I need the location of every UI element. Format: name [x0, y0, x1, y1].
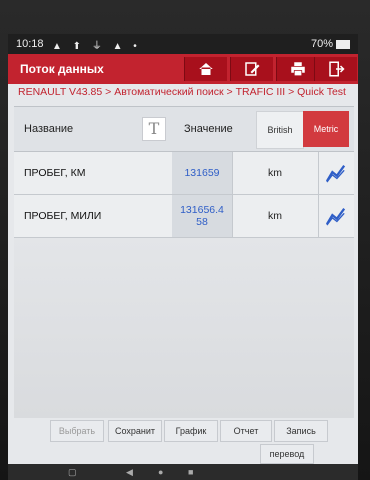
app-header: Поток данных: [8, 54, 358, 84]
graph-icon: [325, 165, 346, 183]
battery-icon: [336, 39, 350, 49]
column-header: Название T Значение British Metric: [14, 106, 354, 152]
battery-indicator: 70%: [311, 38, 350, 50]
page-title: Поток данных: [20, 62, 104, 76]
nav-recent-icon[interactable]: ■: [188, 467, 193, 477]
status-bar: 10:18 ▲ ⬆ ⏚ ▲ • 70%: [8, 34, 358, 54]
nav-back-icon[interactable]: ◀: [126, 467, 133, 478]
graph-icon: [325, 208, 346, 226]
exit-icon: [329, 61, 345, 77]
row-unit: km: [232, 195, 319, 237]
system-nav-bar: ▢ ◀ ● ■: [8, 464, 358, 480]
home-button[interactable]: [184, 57, 227, 81]
report-button[interactable]: Отчет: [220, 420, 272, 442]
edit-icon: [245, 62, 260, 76]
row-graph-button[interactable]: [318, 152, 354, 194]
graph-button[interactable]: График: [164, 420, 218, 442]
record-button[interactable]: Запись: [274, 420, 328, 442]
nav-menu-icon[interactable]: ▢: [68, 467, 77, 478]
print-button[interactable]: [276, 57, 319, 81]
metric-units-button[interactable]: Metric: [303, 111, 349, 147]
home-icon: [199, 63, 213, 75]
row-name: ПРОБЕГ, КМ: [14, 152, 183, 194]
row-name: ПРОБЕГ, МИЛИ: [14, 195, 183, 237]
table-row[interactable]: ПРОБЕГ, КМ 131659 km: [14, 152, 354, 195]
row-value: 131659: [172, 152, 233, 194]
save-button[interactable]: Сохранит: [108, 420, 162, 442]
empty-list-area: [14, 238, 354, 418]
table-row[interactable]: ПРОБЕГ, МИЛИ 131656.4 58 km: [14, 195, 354, 238]
breadcrumb: RENAULT V43.85 > Автоматический поиск > …: [18, 86, 346, 98]
british-units-button[interactable]: British: [256, 111, 304, 149]
printer-icon: [291, 62, 305, 77]
footer-toolbar: Выбрать Сохранит График Отчет Запись: [14, 420, 354, 442]
nav-home-icon[interactable]: ●: [158, 467, 163, 477]
row-value: 131656.4 58: [172, 195, 233, 237]
translate-button[interactable]: перевод: [260, 444, 314, 464]
text-icon[interactable]: T: [142, 117, 166, 141]
name-column-header: Название: [24, 123, 74, 135]
data-table: ПРОБЕГ, КМ 131659 km ПРОБЕГ, МИЛИ 131656…: [14, 152, 354, 238]
row-graph-button[interactable]: [318, 195, 354, 237]
exit-button[interactable]: [314, 57, 357, 81]
row-unit: km: [232, 152, 319, 194]
battery-percent: 70%: [310, 38, 333, 50]
edit-report-button[interactable]: [230, 57, 273, 81]
status-indicators: ▲ ⬆ ⏚ ▲ •: [52, 41, 141, 52]
value-column-header: Значение: [184, 123, 233, 135]
status-time: 10:18: [16, 38, 44, 50]
select-button[interactable]: Выбрать: [50, 420, 104, 442]
